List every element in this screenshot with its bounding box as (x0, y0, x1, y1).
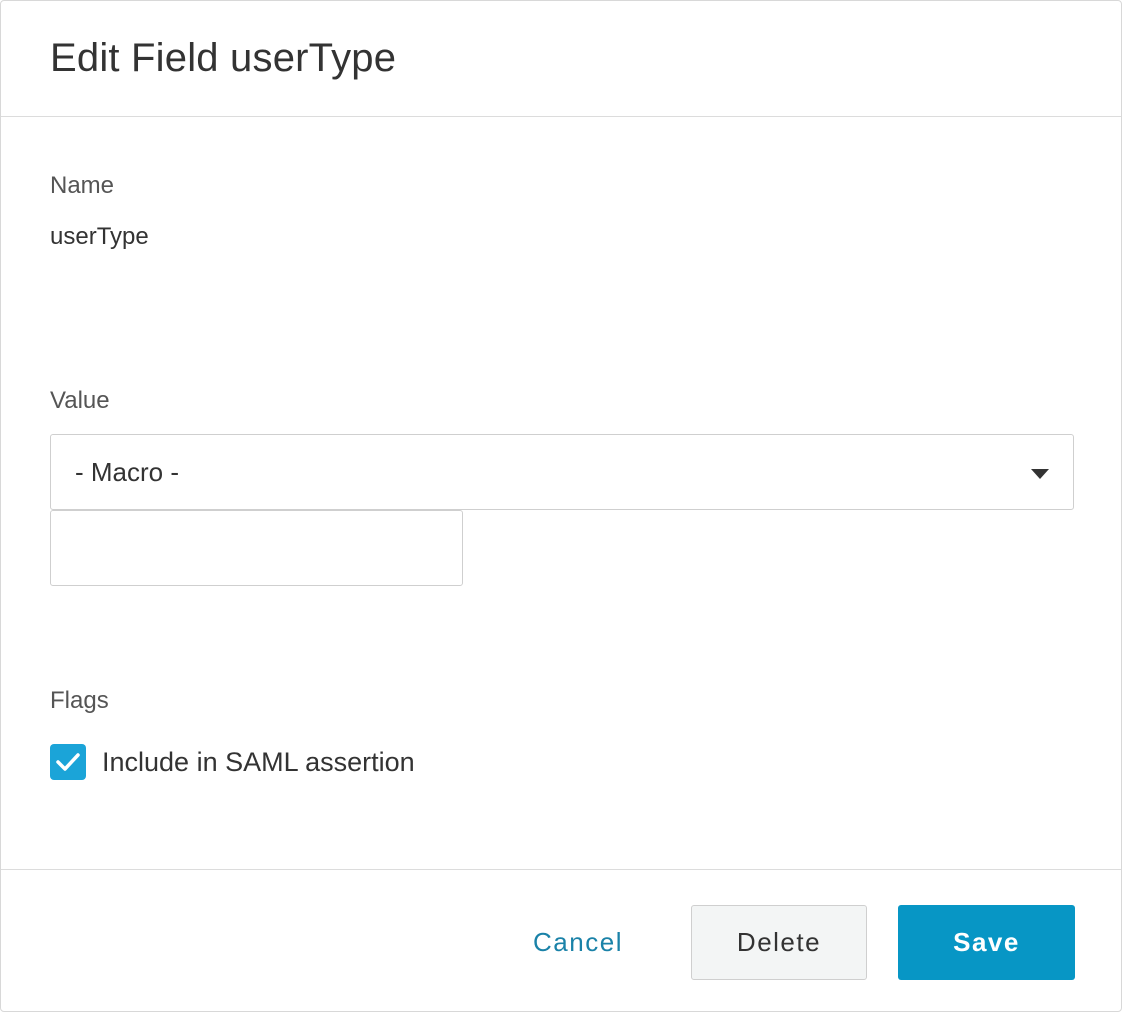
value-label: Value (50, 387, 110, 414)
dialog-footer: Cancel Delete Save (1, 870, 1121, 1010)
edit-field-dialog: Edit Field userType Name userType Value … (0, 0, 1122, 1012)
dialog-header: Edit Field userType (1, 1, 1121, 117)
delete-button[interactable]: Delete (691, 905, 867, 980)
name-label: Name (50, 172, 115, 199)
dialog-title: Edit Field userType (50, 36, 397, 80)
flags-label: Flags (50, 687, 109, 714)
cancel-button[interactable]: Cancel (503, 905, 653, 979)
save-button[interactable]: Save (898, 905, 1075, 980)
value-select[interactable]: - Macro - (50, 434, 1074, 510)
include-in-saml-label: Include in SAML assertion (102, 746, 415, 777)
checkmark-icon (56, 753, 80, 771)
name-value: userType (50, 223, 149, 250)
dialog-body: Name userType Value - Macro - Flags Incl… (1, 117, 1121, 870)
value-select-selected: - Macro - (75, 456, 179, 487)
include-in-saml-checkbox-row[interactable]: Include in SAML assertion (50, 744, 415, 780)
caret-down-icon (1031, 469, 1049, 479)
include-in-saml-checkbox[interactable] (50, 744, 86, 780)
macro-input[interactable] (50, 510, 463, 586)
